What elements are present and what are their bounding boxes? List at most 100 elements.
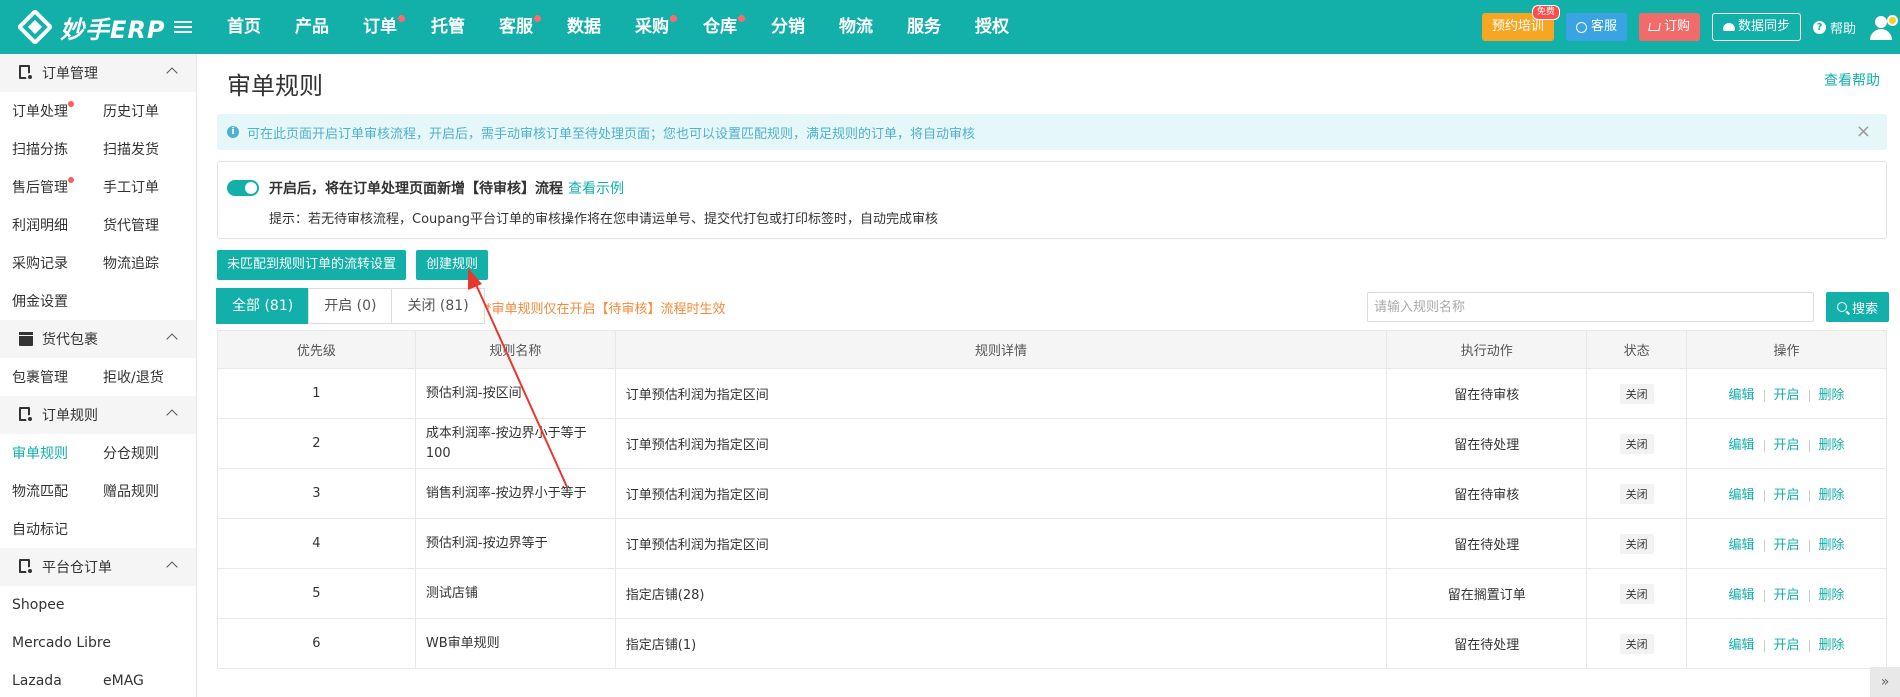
enable-link[interactable]: 开启 xyxy=(1774,538,1800,553)
status-cell: 关闭 xyxy=(1586,368,1688,419)
edit-link[interactable]: 编辑 xyxy=(1729,588,1755,603)
headset-icon xyxy=(1575,21,1587,33)
customer-service-button[interactable]: 客服 xyxy=(1565,13,1627,41)
sidebar-group[interactable]: 订单规则 xyxy=(0,396,196,434)
info-text: 可在此页面开启订单审核流程，开启后，需手动审核订单至待处理页面；您也可以设置匹配… xyxy=(247,126,976,142)
sidebar-item[interactable]: Lazada xyxy=(12,673,103,689)
divider xyxy=(1763,389,1765,402)
sidebar-item[interactable]: 赠品规则 xyxy=(103,481,194,501)
sidebar-group[interactable]: 货代包裹 xyxy=(0,320,196,358)
status-badge: 关闭 xyxy=(1619,583,1654,604)
search-button[interactable]: 搜索 xyxy=(1826,292,1889,322)
sidebar-item[interactable]: 佣金设置 xyxy=(12,291,68,311)
chevron-up-icon xyxy=(166,67,178,79)
nav-item[interactable]: 数据 xyxy=(550,0,618,54)
sidebar-item[interactable]: 扫描分拣 xyxy=(12,139,103,159)
sidebar-item[interactable]: 货代管理 xyxy=(103,215,194,235)
delete-link[interactable]: 删除 xyxy=(1819,488,1845,503)
sidebar-item[interactable]: 订单处理 xyxy=(12,101,103,121)
priority-cell: 2 xyxy=(217,418,416,469)
edit-link[interactable]: 编辑 xyxy=(1729,388,1755,403)
training-button[interactable]: 预约培训 免费 xyxy=(1481,5,1560,41)
sidebar-item[interactable]: 物流追踪 xyxy=(103,253,194,273)
order-button[interactable]: 订购 xyxy=(1638,13,1700,41)
edit-link[interactable]: 编辑 xyxy=(1729,488,1755,503)
nav-item[interactable]: 服务 xyxy=(890,0,958,54)
expand-icon[interactable]: » xyxy=(1870,667,1900,697)
delete-link[interactable]: 删除 xyxy=(1819,638,1845,653)
divider xyxy=(1808,539,1810,552)
status-cell: 关闭 xyxy=(1586,618,1688,669)
menu-toggle-icon[interactable] xyxy=(174,18,192,36)
sidebar: 订单管理订单处理 历史订单 扫描分拣 扫描发货 售后管理 手工订单 利润明细 货代管理 采购记录… xyxy=(0,54,197,697)
edit-link[interactable]: 编辑 xyxy=(1729,438,1755,453)
delete-link[interactable]: 删除 xyxy=(1819,538,1845,553)
search-icon xyxy=(1836,302,1847,312)
sidebar-item[interactable]: Mercado Libre xyxy=(12,635,111,651)
create-rule-button[interactable]: 创建规则 xyxy=(416,250,489,280)
delete-link[interactable]: 删除 xyxy=(1819,438,1845,453)
data-sync-button[interactable]: 数据同步 xyxy=(1711,13,1801,41)
rule-detail-cell: 订单预估利润为指定区间 xyxy=(614,518,1388,569)
sidebar-item[interactable]: 自动标记 xyxy=(12,519,68,539)
sidebar-item[interactable]: 拒收/退货 xyxy=(103,367,194,387)
priority-cell: 1 xyxy=(217,368,416,419)
priority-cell: 6 xyxy=(217,618,416,669)
sidebar-item[interactable]: 采购记录 xyxy=(12,253,103,273)
sidebar-item[interactable]: 扫描发货 xyxy=(103,139,194,159)
sidebar-item[interactable]: Shopee xyxy=(12,597,64,613)
help-icon: ? xyxy=(1812,20,1826,34)
view-example-link[interactable]: 查看示例 xyxy=(568,178,624,198)
sidebar-item[interactable]: eMAG xyxy=(103,673,194,689)
enable-link[interactable]: 开启 xyxy=(1774,438,1800,453)
close-icon[interactable]: × xyxy=(1856,123,1871,141)
sidebar-item[interactable]: 包裹管理 xyxy=(12,367,103,387)
tab[interactable]: 关闭 (81) xyxy=(391,288,485,324)
nav-item[interactable]: 授权 xyxy=(958,0,1026,54)
status-badge: 关闭 xyxy=(1619,483,1654,504)
review-toggle[interactable] xyxy=(227,180,259,196)
nav-item[interactable]: 仓库 xyxy=(686,0,754,54)
rule-name-search-input[interactable] xyxy=(1367,292,1814,322)
logo[interactable]: 妙手ERP xyxy=(0,0,170,54)
nav-item[interactable]: 首页 xyxy=(210,0,278,54)
sidebar-group[interactable]: 订单管理 xyxy=(0,54,196,92)
nav-item[interactable]: 客服 xyxy=(482,0,550,54)
sidebar-item[interactable]: 手工订单 xyxy=(103,177,194,197)
sidebar-item[interactable]: 分仓规则 xyxy=(103,443,194,463)
nav-item[interactable]: 分销 xyxy=(754,0,822,54)
nav-item[interactable]: 物流 xyxy=(822,0,890,54)
avatar[interactable] xyxy=(1866,12,1898,42)
warehouse-icon xyxy=(18,559,34,575)
tab[interactable]: 全部 (81) xyxy=(216,288,310,324)
edit-link[interactable]: 编辑 xyxy=(1729,638,1755,653)
delete-link[interactable]: 删除 xyxy=(1819,388,1845,403)
delete-link[interactable]: 删除 xyxy=(1819,588,1845,603)
divider xyxy=(1808,589,1810,602)
view-help-link[interactable]: 查看帮助 xyxy=(1824,70,1880,90)
sidebar-item[interactable]: 历史订单 xyxy=(103,101,194,121)
sidebar-item[interactable]: 物流匹配 xyxy=(12,481,103,501)
sidebar-group[interactable]: 平台仓订单 xyxy=(0,548,196,586)
sidebar-item[interactable]: 审单规则 xyxy=(12,443,103,463)
sidebar-item[interactable]: 售后管理 xyxy=(12,177,103,197)
nav-item[interactable]: 托管 xyxy=(414,0,482,54)
tabs-note: *审单规则仅在开启【待审核】流程时生效 xyxy=(485,302,726,317)
nav-item[interactable]: 订单 xyxy=(346,0,414,54)
help-button[interactable]: ? 帮助 xyxy=(1812,18,1856,37)
sidebar-item[interactable]: 利润明细 xyxy=(12,215,103,235)
enable-link[interactable]: 开启 xyxy=(1774,588,1800,603)
status-badge: 关闭 xyxy=(1619,433,1654,454)
enable-link[interactable]: 开启 xyxy=(1774,388,1800,403)
tab[interactable]: 开启 (0) xyxy=(308,288,393,324)
table-row: 5 测试店铺 指定店铺(28) 留在搁置订单 关闭 编辑 开启 删除 xyxy=(217,568,1887,619)
nav-item[interactable]: 产品 xyxy=(278,0,346,54)
status-cell: 关闭 xyxy=(1586,418,1688,469)
unmatched-flow-settings-button[interactable]: 未匹配到规则订单的流转设置 xyxy=(217,250,407,280)
notification-dot xyxy=(68,101,74,107)
chevron-up-icon xyxy=(166,409,178,421)
enable-link[interactable]: 开启 xyxy=(1774,488,1800,503)
nav-item[interactable]: 采购 xyxy=(618,0,686,54)
enable-link[interactable]: 开启 xyxy=(1774,638,1800,653)
edit-link[interactable]: 编辑 xyxy=(1729,538,1755,553)
